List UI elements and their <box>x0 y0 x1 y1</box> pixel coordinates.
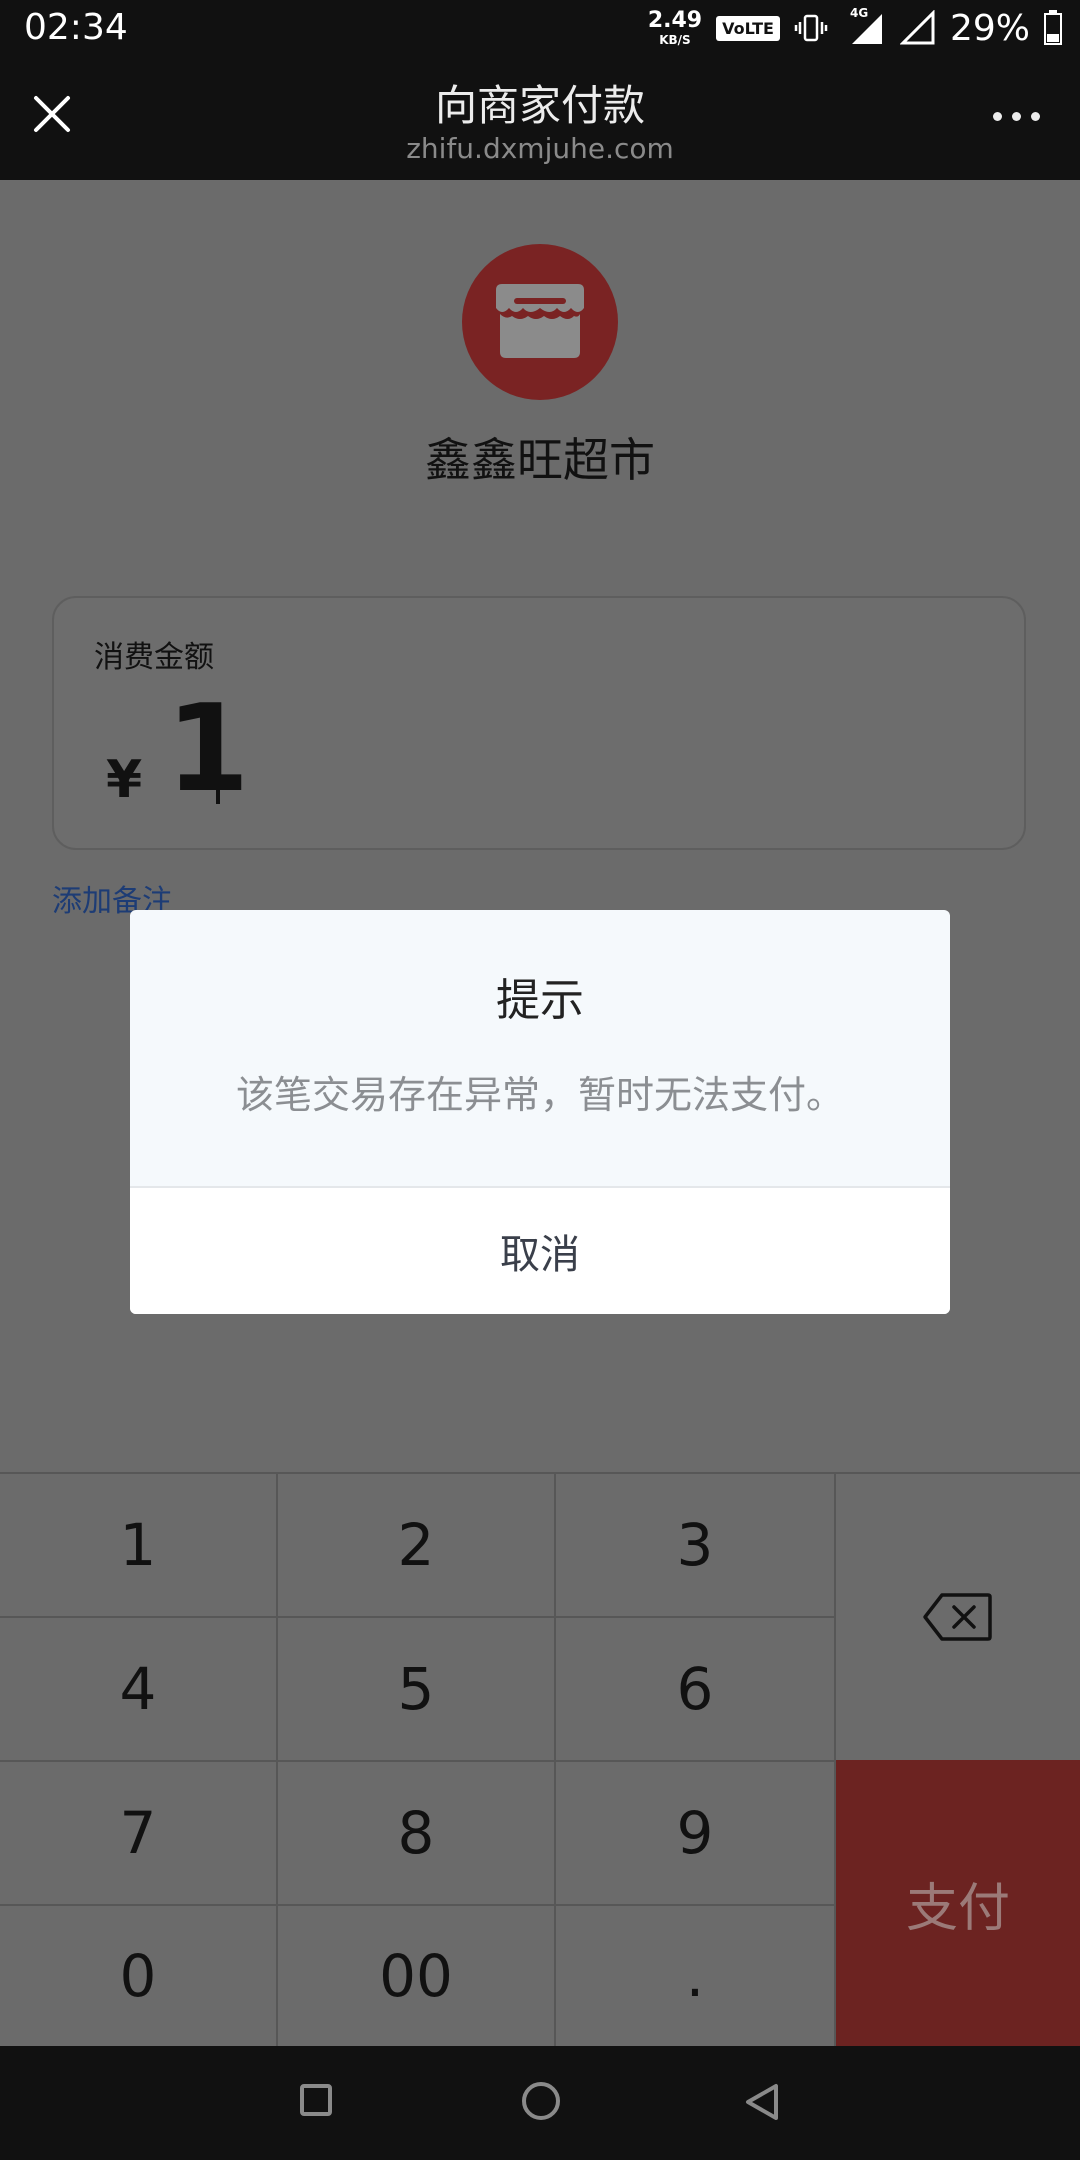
backspace-button[interactable] <box>836 1472 1080 1760</box>
key-1[interactable]: 1 <box>0 1472 278 1616</box>
numeric-keypad: 1 2 3 4 5 6 7 8 9 0 00 . 支付 <box>0 1472 1080 2046</box>
page-title: 向商家付款 <box>434 81 645 130</box>
amount-input[interactable]: 1 <box>166 690 250 810</box>
key-7[interactable]: 7 <box>0 1760 278 1904</box>
key-2[interactable]: 2 <box>278 1472 556 1616</box>
key-dot[interactable]: . <box>556 1904 836 2046</box>
amount-card[interactable]: 消费金额 ¥ 1 <box>52 596 1026 850</box>
key-9[interactable]: 9 <box>556 1760 836 1904</box>
key-5[interactable]: 5 <box>278 1616 556 1760</box>
currency-symbol: ¥ <box>106 750 143 810</box>
signal-icon <box>899 10 935 45</box>
amount-label: 消费金额 <box>94 640 214 675</box>
backspace-icon <box>923 1593 992 1641</box>
text-cursor <box>216 708 220 804</box>
network-speed-unit: KB/S <box>659 33 691 47</box>
merchant-logo <box>462 244 618 400</box>
system-nav-bar <box>0 2046 1080 2160</box>
more-dot <box>993 112 1002 121</box>
key-3[interactable]: 3 <box>556 1472 836 1616</box>
alert-dialog: 提示 该笔交易存在异常，暂时无法支付。 取消 <box>130 910 950 1314</box>
dialog-title: 提示 <box>496 975 584 1026</box>
app-header: 向商家付款 zhifu.dxmjuhe.com <box>0 56 1080 180</box>
status-bar: 02:34 2.49 KB/S VoLTE 4G 29% <box>0 0 1080 56</box>
volte-badge: VoLTE <box>716 15 780 41</box>
pay-button[interactable]: 支付 <box>836 1760 1080 2046</box>
key-6[interactable]: 6 <box>556 1616 836 1760</box>
signal-4g-icon: 4G <box>842 6 886 46</box>
cancel-button[interactable]: 取消 <box>130 1188 950 1314</box>
merchant-name: 鑫鑫旺超市 <box>425 433 655 487</box>
network-speed-value: 2.49 <box>647 8 703 33</box>
network-speed: 2.49 KB/S <box>647 8 703 47</box>
more-dot <box>1012 112 1021 121</box>
home-icon[interactable] <box>522 2082 560 2120</box>
more-dot <box>1031 112 1040 121</box>
battery-icon <box>1044 10 1062 45</box>
more-icon[interactable] <box>993 112 1040 121</box>
key-8[interactable]: 8 <box>278 1760 556 1904</box>
vibrate-icon <box>794 14 828 42</box>
recent-apps-icon[interactable] <box>300 2084 332 2116</box>
battery-percent: 29% <box>949 7 1030 49</box>
page-url: zhifu.dxmjuhe.com <box>406 132 674 165</box>
back-icon[interactable] <box>742 2082 782 2122</box>
store-icon <box>496 284 584 358</box>
status-time: 02:34 <box>24 7 128 48</box>
key-0[interactable]: 0 <box>0 1904 278 2046</box>
status-indicators: 2.49 KB/S VoLTE 4G 29% <box>648 4 1062 52</box>
key-4[interactable]: 4 <box>0 1616 278 1760</box>
dialog-message: 该笔交易存在异常，暂时无法支付。 <box>235 1073 844 1117</box>
key-00[interactable]: 00 <box>278 1904 556 2046</box>
